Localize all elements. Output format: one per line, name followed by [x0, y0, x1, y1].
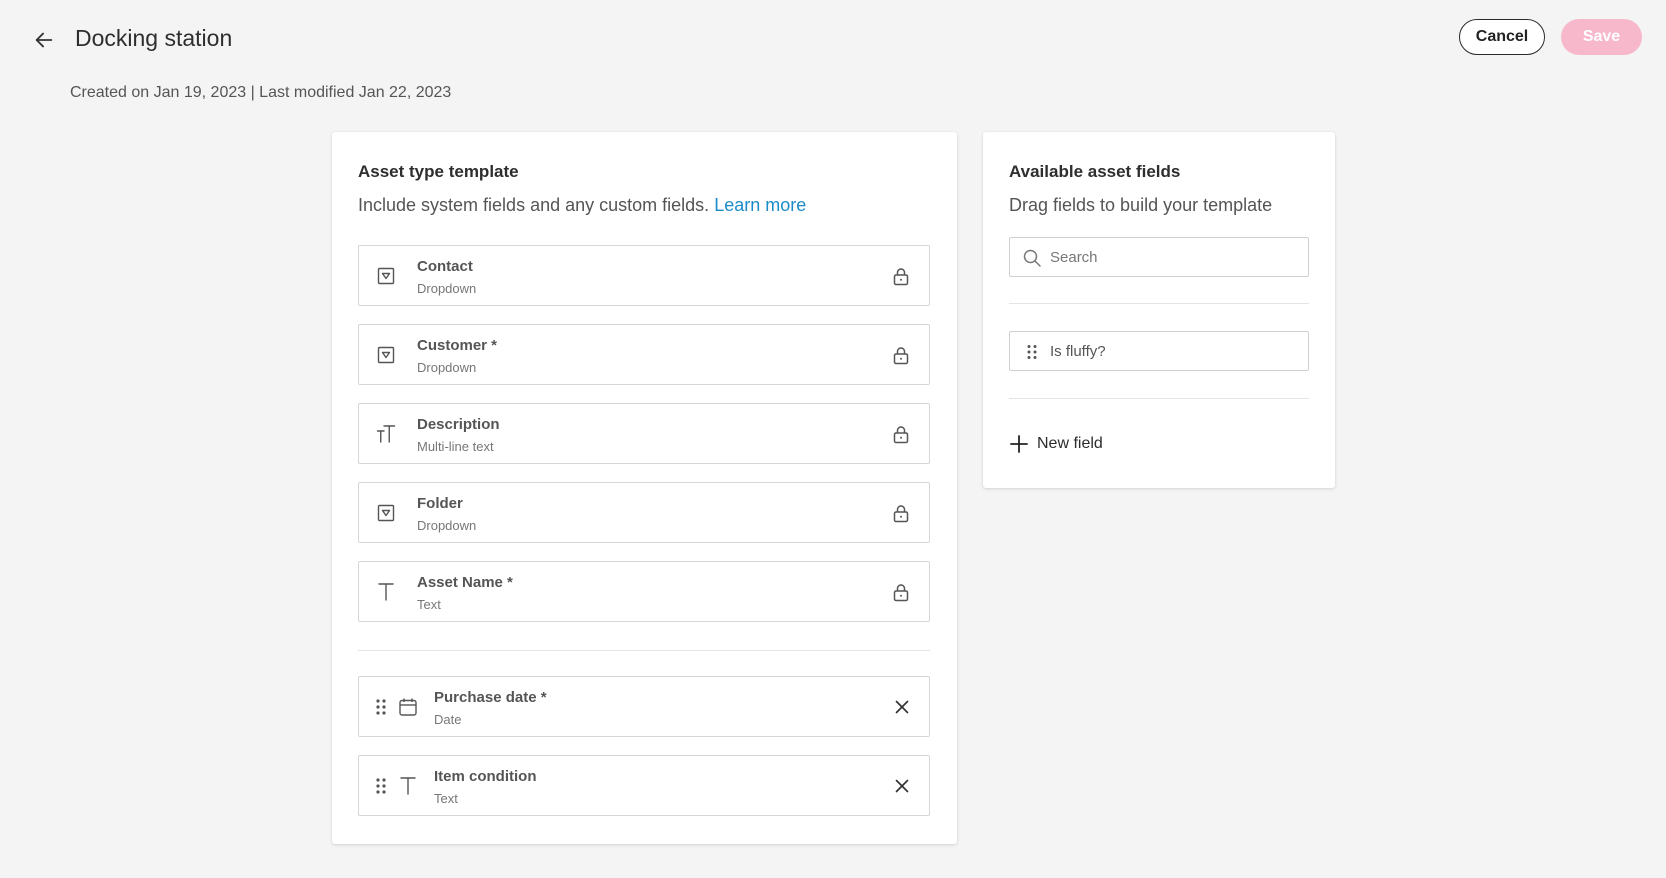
field-type: Date [434, 712, 462, 727]
section-divider [1009, 303, 1309, 304]
cancel-button[interactable]: Cancel [1459, 19, 1545, 55]
system-field-description: Description Multi-line text [358, 403, 930, 464]
new-field-label: New field [1037, 435, 1103, 452]
available-subtitle: Drag fields to build your template [1009, 195, 1273, 215]
field-type: Dropdown [417, 281, 477, 296]
drag-handle-icon[interactable] [375, 698, 387, 716]
lock-icon [891, 344, 911, 366]
search-field[interactable] [1009, 237, 1309, 277]
calendar-icon [397, 696, 419, 718]
system-field-folder: Folder Dropdown [358, 482, 930, 543]
multiline-text-icon [375, 423, 397, 445]
lock-icon [891, 502, 911, 524]
lock-icon [891, 423, 911, 445]
custom-field-purchase-date[interactable]: Purchase date * Date [358, 676, 930, 737]
field-name: Item condition [434, 768, 537, 785]
section-divider [1009, 398, 1309, 399]
dropdown-icon [375, 265, 397, 287]
available-field-item[interactable]: Is fluffy? [1009, 331, 1309, 371]
search-input[interactable] [1050, 238, 1300, 276]
field-name: Contact [417, 258, 473, 275]
field-name: Folder [417, 495, 463, 512]
remove-field-button[interactable] [891, 775, 913, 797]
template-subtitle-text: Include system fields and any custom fie… [358, 195, 710, 215]
dropdown-icon [375, 344, 397, 366]
search-icon [1023, 249, 1041, 267]
arrow-left-icon [35, 32, 53, 48]
system-field-contact: Contact Dropdown [358, 245, 930, 306]
field-name: Description [417, 416, 500, 433]
drag-handle-icon[interactable] [375, 777, 387, 795]
field-type: Dropdown [417, 360, 477, 375]
page-title: Docking station [75, 25, 233, 51]
close-icon [895, 700, 909, 714]
system-field-asset-name: Asset Name * Text [358, 561, 930, 622]
custom-field-item-condition[interactable]: Item condition Text [358, 755, 930, 816]
field-name: Purchase date * [434, 689, 547, 706]
close-icon [895, 779, 909, 793]
save-button[interactable]: Save [1561, 19, 1642, 55]
lock-icon [891, 265, 911, 287]
system-field-customer: Customer * Dropdown [358, 324, 930, 385]
available-field-label: Is fluffy? [1050, 343, 1106, 360]
text-icon [397, 775, 419, 797]
field-type: Multi-line text [417, 439, 494, 454]
template-subtitle: Include system fields and any custom fie… [358, 195, 806, 216]
field-type: Text [417, 597, 441, 612]
new-field-button[interactable]: New field [1009, 431, 1103, 457]
field-type: Dropdown [417, 518, 477, 533]
back-button[interactable] [30, 26, 58, 54]
available-title: Available asset fields [1009, 162, 1181, 181]
lock-icon [891, 581, 911, 603]
field-name: Customer * [417, 337, 498, 354]
remove-field-button[interactable] [891, 696, 913, 718]
drag-handle-icon[interactable] [1026, 344, 1038, 360]
template-title: Asset type template [358, 162, 519, 181]
dropdown-icon [375, 502, 397, 524]
plus-icon [1010, 435, 1028, 453]
learn-more-link[interactable]: Learn more [714, 195, 806, 215]
text-icon [375, 581, 397, 603]
created-modified-meta: Created on Jan 19, 2023 | Last modified … [70, 84, 452, 101]
available-asset-fields-card: Available asset fields Drag fields to bu… [983, 132, 1335, 488]
field-name: Asset Name * [417, 574, 513, 591]
asset-type-template-card: Asset type template Include system field… [332, 132, 957, 844]
section-divider [358, 650, 930, 651]
field-type: Text [434, 791, 458, 806]
